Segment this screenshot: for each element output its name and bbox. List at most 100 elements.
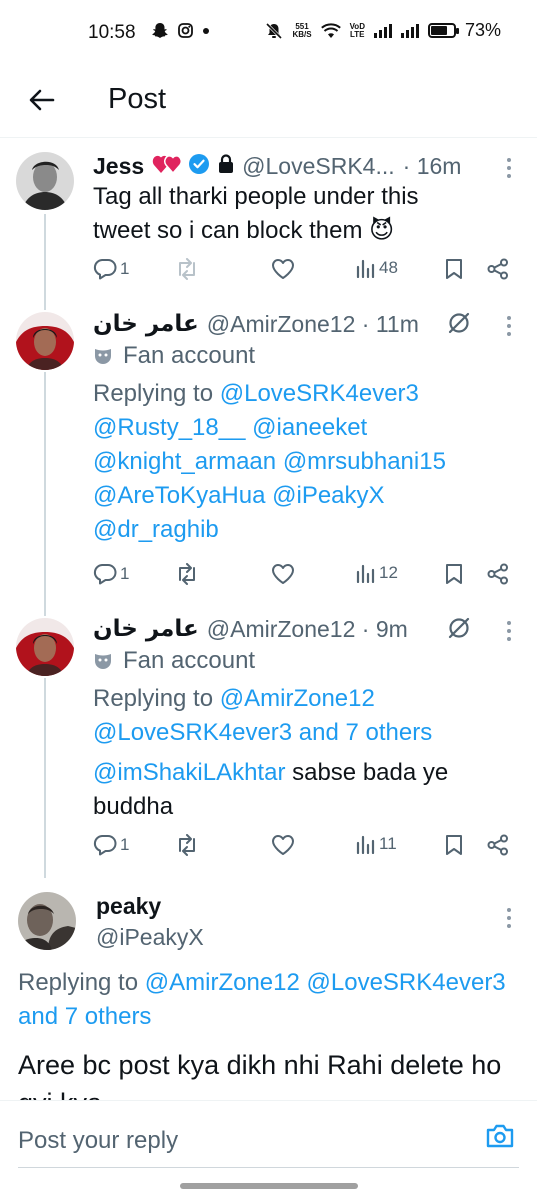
mention-link[interactable]: and 7 others xyxy=(18,1003,151,1030)
verified-badge-icon xyxy=(188,153,210,180)
more-options-button[interactable] xyxy=(507,316,511,336)
action-bar: 1 11 xyxy=(93,834,511,864)
replying-to: Replying to @AmirZone12 @LoveSRK4ever3 a… xyxy=(18,969,506,1030)
author-handle[interactable]: @iPeakyX xyxy=(96,924,204,951)
repost-icon xyxy=(179,563,195,585)
reply-input[interactable]: Post your reply xyxy=(18,1127,178,1155)
avatar[interactable] xyxy=(18,892,76,950)
bookmark-icon xyxy=(446,259,462,279)
battery-icon xyxy=(427,23,459,38)
author-handle[interactable]: @LoveSRK4... xyxy=(242,153,394,180)
reply-button[interactable]: 1 xyxy=(93,834,129,856)
share-button[interactable] xyxy=(487,834,509,856)
bookmark-button[interactable] xyxy=(445,563,463,585)
mention-link[interactable]: @AreToKyaHua xyxy=(93,482,265,509)
like-button[interactable] xyxy=(271,258,295,280)
mention-link[interactable]: @ianeeket xyxy=(252,414,367,441)
author-name[interactable]: عامر خان xyxy=(93,311,199,337)
devil-emoji: 😈 xyxy=(369,217,395,244)
post-time: · 16m xyxy=(402,152,462,179)
repost-button[interactable] xyxy=(175,563,199,585)
share-button[interactable] xyxy=(487,258,509,280)
account-label: Fan account xyxy=(123,342,256,369)
signal-1-icon xyxy=(373,23,392,38)
action-bar: 1 48 xyxy=(93,258,511,288)
mention-link[interactable]: @LoveSRK4ever3 and 7 others xyxy=(93,719,432,746)
avatar[interactable] xyxy=(16,152,74,210)
reply-icon xyxy=(93,564,117,585)
camera-icon xyxy=(486,1124,514,1148)
back-button[interactable] xyxy=(24,82,60,118)
mention-link[interactable]: @dr_raghib xyxy=(93,516,219,543)
share-icon xyxy=(487,563,508,585)
reply-button[interactable]: 1 xyxy=(93,563,129,585)
share-button[interactable] xyxy=(487,563,509,585)
snapchat-icon xyxy=(152,23,168,38)
mention-link[interactable]: @iPeakyX xyxy=(272,482,384,509)
view-count: 11 xyxy=(379,834,397,853)
grok-icon[interactable] xyxy=(446,310,472,341)
action-bar: 1 12 xyxy=(93,563,511,593)
views-chart-icon xyxy=(356,259,375,278)
mention-link[interactable]: @AmirZone12 xyxy=(220,685,375,712)
reply-count: 1 xyxy=(120,564,130,583)
back-arrow-icon xyxy=(29,89,55,111)
author-name[interactable]: عامر خان xyxy=(93,616,199,642)
avatar[interactable] xyxy=(16,312,74,370)
views-button[interactable]: 12 xyxy=(356,563,398,583)
more-options-button[interactable] xyxy=(507,908,511,928)
view-count: 48 xyxy=(379,258,398,277)
repost-button[interactable] xyxy=(175,258,199,280)
camera-button[interactable] xyxy=(485,1123,515,1154)
more-notifications-dot-icon xyxy=(203,27,209,34)
mention-link[interactable]: @mrsubhani15 xyxy=(283,448,446,475)
author-name[interactable]: Jess xyxy=(93,153,144,180)
views-button[interactable]: 48 xyxy=(356,258,398,278)
thread-connector xyxy=(44,372,46,616)
heart-icon xyxy=(272,259,294,279)
author-name[interactable]: peaky xyxy=(96,893,161,920)
repost-icon xyxy=(179,834,195,856)
reply-button[interactable]: 1 xyxy=(93,258,129,280)
reply-count: 1 xyxy=(120,835,130,854)
gesture-nav-bar[interactable] xyxy=(180,1183,358,1189)
battery-percent: 73% xyxy=(464,20,501,40)
bookmark-button[interactable] xyxy=(445,258,463,280)
avatar[interactable] xyxy=(16,618,74,676)
volte-indicator: VoD LTE xyxy=(349,21,365,39)
heart-icon xyxy=(272,564,294,584)
signal-2-icon xyxy=(400,23,419,38)
like-button[interactable] xyxy=(271,834,295,856)
reply-icon xyxy=(93,259,117,280)
status-bar: 10:58 551 KB/S VoD LTE 73% xyxy=(0,0,537,70)
views-button[interactable]: 11 xyxy=(356,834,397,854)
thread-connector xyxy=(44,678,46,878)
repost-button[interactable] xyxy=(175,834,199,856)
post-text: Tag all tharki people under this tweet s… xyxy=(93,183,419,244)
mention-link[interactable]: @LoveSRK4ever3 xyxy=(307,969,506,996)
views-chart-icon xyxy=(356,564,375,583)
bookmark-icon xyxy=(446,564,462,584)
mention-link[interactable]: @AmirZone12 xyxy=(145,969,300,996)
view-count: 12 xyxy=(379,563,398,582)
hearts-emoji-icon xyxy=(152,153,183,180)
more-options-button[interactable] xyxy=(507,621,511,641)
share-icon xyxy=(487,834,508,856)
mention-link[interactable]: @Rusty_18__ xyxy=(93,414,245,441)
mention-link[interactable]: @imShakiLAkhtar xyxy=(93,759,285,786)
instagram-icon xyxy=(178,23,193,38)
bookmark-button[interactable] xyxy=(445,834,463,856)
more-options-button[interactable] xyxy=(507,158,511,178)
page-title: Post xyxy=(108,83,167,115)
author-handle[interactable]: @AmirZone12 · 9m xyxy=(207,616,408,643)
views-chart-icon xyxy=(356,835,375,854)
mention-link[interactable]: @LoveSRK4ever3 xyxy=(220,380,419,407)
thread-connector xyxy=(44,214,46,310)
author-handle[interactable]: @AmirZone12 · 11m xyxy=(207,311,419,338)
post-text: @imShakiLAkhtar sabse bada ye buddha xyxy=(93,759,449,820)
reply-count: 1 xyxy=(120,259,130,278)
mention-link[interactable]: @knight_armaan xyxy=(93,448,276,475)
account-label: Fan account xyxy=(123,647,256,674)
grok-icon[interactable] xyxy=(446,615,472,646)
like-button[interactable] xyxy=(271,563,295,585)
